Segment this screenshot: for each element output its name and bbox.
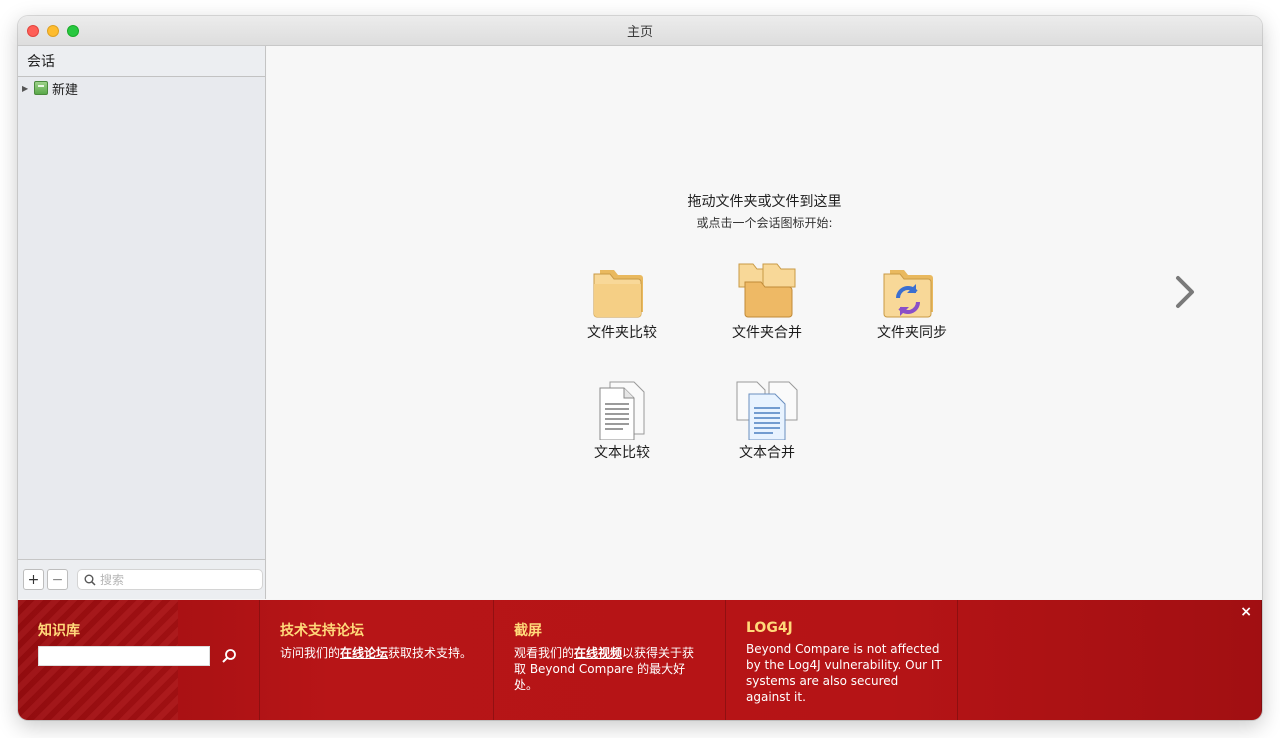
screenshots-title: 截屏 bbox=[514, 623, 542, 639]
chevron-right-icon[interactable] bbox=[1170, 272, 1200, 312]
close-window-button[interactable] bbox=[27, 25, 39, 37]
text-compare-session[interactable]: 文本比较 bbox=[567, 380, 677, 470]
knowledge-base-search bbox=[38, 645, 239, 667]
screenshots-panel: 截屏 观看我们的在线视频以获得关于获取 Beyond Compare 的最大好处… bbox=[494, 600, 726, 720]
forum-text-after: 获取技术支持。 bbox=[388, 646, 473, 660]
app-window: 主页 会话 ▶ 新建 + − 拖动文件夹或文件到这里 或点击一个会话图标开始: bbox=[18, 16, 1262, 720]
forum-link[interactable]: 在线论坛 bbox=[340, 646, 388, 660]
sidebar-header: 会话 bbox=[18, 46, 265, 77]
forum-title: 技术支持论坛 bbox=[280, 623, 364, 639]
forum-panel: 技术支持论坛 访问我们的在线论坛获取技术支持。 bbox=[260, 600, 494, 720]
minimize-window-button[interactable] bbox=[47, 25, 59, 37]
screenshots-text-before: 观看我们的 bbox=[514, 646, 575, 660]
knowledge-base-input[interactable] bbox=[38, 646, 210, 666]
folder-merge-session[interactable]: 文件夹合并 bbox=[712, 260, 822, 350]
forum-text-before: 访问我们的 bbox=[280, 646, 341, 660]
text-merge-session[interactable]: 文本合并 bbox=[712, 380, 822, 470]
text-merge-icon bbox=[736, 381, 798, 440]
folder-sync-icon bbox=[883, 270, 933, 318]
text-compare-icon bbox=[599, 381, 645, 440]
search-icon[interactable] bbox=[218, 645, 239, 667]
log4j-title: LOG4J bbox=[746, 620, 793, 636]
tile-label: 文件夹同步 bbox=[877, 325, 947, 341]
session-search-input[interactable] bbox=[100, 572, 250, 587]
folder-merge-icon bbox=[738, 263, 796, 318]
screenshots-text: 观看我们的在线视频以获得关于获取 Beyond Compare 的最大好处。 bbox=[514, 645, 700, 693]
tile-label: 文件夹合并 bbox=[732, 325, 802, 341]
search-icon bbox=[84, 574, 96, 586]
log4j-text: Beyond Compare is not affected by the Lo… bbox=[746, 642, 942, 704]
window-title: 主页 bbox=[626, 25, 653, 40]
knowledge-base-panel: 知识库 bbox=[18, 600, 260, 720]
knowledge-base-title: 知识库 bbox=[38, 623, 80, 639]
disclosure-triangle-icon[interactable]: ▶ bbox=[22, 84, 34, 93]
forum-text: 访问我们的在线论坛获取技术支持。 bbox=[280, 645, 473, 661]
sidebar-footer: + − bbox=[18, 559, 265, 599]
tile-label: 文本比较 bbox=[594, 445, 650, 461]
sessions-sidebar: 会话 ▶ 新建 + − bbox=[18, 46, 266, 599]
folder-sync-session[interactable]: 文件夹同步 bbox=[857, 260, 967, 350]
zoom-window-button[interactable] bbox=[67, 25, 79, 37]
video-link[interactable]: 在线视频 bbox=[574, 646, 622, 660]
sidebar-item-new[interactable]: ▶ 新建 bbox=[18, 78, 265, 98]
remove-session-button[interactable]: − bbox=[47, 569, 68, 590]
drop-hint: 拖动文件夹或文件到这里 bbox=[687, 194, 842, 210]
close-banner-button[interactable]: × bbox=[1240, 604, 1252, 620]
tile-label: 文本合并 bbox=[739, 445, 795, 461]
session-search-box[interactable] bbox=[77, 569, 263, 590]
title-bar: 主页 bbox=[18, 16, 1262, 46]
sidebar-item-label: 新建 bbox=[52, 82, 79, 98]
tile-label: 文件夹比较 bbox=[587, 325, 657, 341]
folder-compare-session[interactable]: 文件夹比较 bbox=[567, 260, 677, 350]
add-session-button[interactable]: + bbox=[23, 569, 44, 590]
click-hint: 或点击一个会话图标开始: bbox=[696, 216, 833, 230]
session-folder-icon bbox=[34, 81, 48, 95]
folder-compare-icon bbox=[593, 270, 643, 318]
window-controls bbox=[27, 25, 79, 37]
home-panel: 拖动文件夹或文件到这里 或点击一个会话图标开始: 文件夹比较 文件夹合并 文件夹… bbox=[267, 46, 1262, 599]
info-banner: 知识库 技术支持论坛 访问我们的在线论坛获取技术支持。 截屏 观看我们的在线视频… bbox=[18, 600, 1262, 720]
log4j-panel: LOG4J Beyond Compare is not affected by … bbox=[726, 600, 958, 720]
banner-empty-panel bbox=[958, 600, 1262, 720]
